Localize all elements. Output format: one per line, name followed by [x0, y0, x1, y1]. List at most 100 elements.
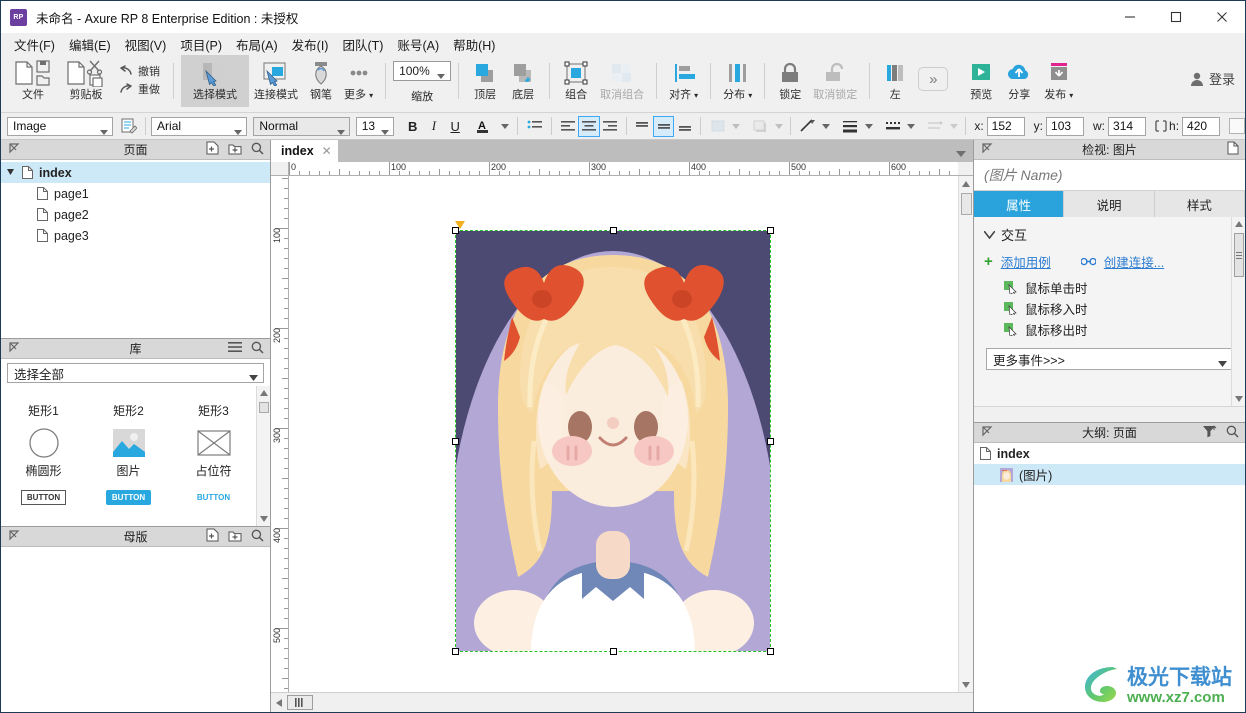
collapse-icon[interactable]: [9, 529, 20, 544]
edit-style-icon[interactable]: [117, 116, 140, 137]
font-color-dropdown[interactable]: [499, 116, 513, 137]
underline-button[interactable]: U: [445, 116, 466, 137]
add-page-icon[interactable]: [206, 141, 219, 158]
library-grid-container[interactable]: 矩形1 矩形2 矩形3 椭圆形 图片 占位符 BUTTON BUTTON BUT…: [1, 386, 270, 526]
add-folder-icon[interactable]: [228, 142, 242, 158]
scroll-left-icon[interactable]: [271, 698, 287, 707]
arrow-style-button[interactable]: [924, 116, 947, 137]
font-color-button[interactable]: A: [473, 116, 498, 137]
zoom-select[interactable]: 100%: [393, 61, 452, 81]
widget-name-field[interactable]: (图片 Name): [974, 160, 1245, 191]
library-scrollbar[interactable]: [256, 386, 270, 526]
resize-handle-s[interactable]: [610, 648, 617, 655]
library-item[interactable]: 占位符: [171, 424, 256, 484]
resize-handle-n[interactable]: [610, 227, 617, 234]
fill-color-button[interactable]: [706, 116, 729, 137]
tab-notes[interactable]: 说明: [1064, 191, 1155, 217]
page-icon[interactable]: [1227, 141, 1239, 158]
menu-account[interactable]: 账号(A): [390, 33, 446, 56]
tab-properties[interactable]: 属性: [974, 191, 1065, 217]
share-button[interactable]: 分享: [999, 55, 1039, 107]
menu-view[interactable]: 视图(V): [118, 33, 174, 56]
library-item[interactable]: 椭圆形: [1, 424, 86, 484]
event-row[interactable]: 鼠标移出时: [974, 319, 1245, 340]
h-input[interactable]: [1182, 116, 1221, 136]
scrollbar-thumb[interactable]: [1234, 233, 1244, 277]
expand-arrow-icon[interactable]: [7, 168, 16, 177]
bold-button[interactable]: B: [402, 116, 423, 137]
page-row-page2[interactable]: page2: [1, 204, 270, 225]
align-button[interactable]: 对齐 ▾: [664, 55, 703, 107]
event-row[interactable]: 鼠标移入时: [974, 298, 1245, 319]
font-family-select[interactable]: Arial: [151, 116, 248, 136]
line-width-dropdown[interactable]: [862, 116, 876, 137]
library-item[interactable]: BUTTON: [86, 484, 171, 514]
library-item[interactable]: BUTTON: [171, 484, 256, 514]
resize-handle-se[interactable]: [767, 648, 774, 655]
menu-team[interactable]: 团队(T): [335, 33, 390, 56]
outline-row-index[interactable]: index: [974, 443, 1245, 464]
send-to-back-button[interactable]: 底层: [504, 55, 542, 107]
distribute-button[interactable]: 分布 ▾: [718, 55, 757, 107]
shadow-dropdown[interactable]: [772, 116, 786, 137]
canvas-horizontal-scrollbar[interactable]: [271, 692, 973, 712]
scroll-down-icon[interactable]: [959, 677, 973, 692]
italic-button[interactable]: I: [423, 116, 444, 137]
collapse-icon[interactable]: [982, 142, 993, 157]
font-style-select[interactable]: Normal: [253, 116, 350, 136]
menu-edit[interactable]: 编辑(E): [62, 33, 118, 56]
align-center-button[interactable]: [578, 115, 600, 137]
line-color-dropdown[interactable]: [820, 116, 834, 137]
lock-ratio-icon[interactable]: [1155, 120, 1167, 132]
preview-button[interactable]: 预览: [963, 55, 999, 107]
page-row-index[interactable]: index: [1, 162, 270, 183]
valign-bottom-button[interactable]: [674, 116, 695, 137]
pen-tool-button[interactable]: 钢笔: [303, 55, 339, 107]
resize-handle-nw[interactable]: [452, 227, 459, 234]
fill-color-dropdown[interactable]: [729, 116, 743, 137]
login-button[interactable]: 登录: [1190, 69, 1235, 88]
menu-layout[interactable]: 布局(A): [229, 33, 285, 56]
line-style-dropdown[interactable]: [904, 116, 918, 137]
scroll-up-icon[interactable]: [1232, 217, 1245, 231]
add-master-icon[interactable]: [206, 528, 219, 545]
search-icon[interactable]: [251, 142, 264, 158]
library-item[interactable]: BUTTON: [1, 484, 86, 514]
library-item[interactable]: 图片: [86, 424, 171, 484]
close-icon[interactable]: [1199, 1, 1245, 33]
select-mode-button[interactable]: 选择模式: [181, 55, 249, 107]
library-item[interactable]: 矩形3: [171, 386, 256, 424]
collapse-icon[interactable]: [9, 142, 20, 157]
lock-button[interactable]: 锁定: [772, 55, 808, 107]
line-width-button[interactable]: [839, 116, 862, 137]
library-item[interactable]: 矩形2: [86, 386, 171, 424]
clipboard-button[interactable]: 剪贴板: [59, 55, 113, 107]
scroll-down-icon[interactable]: [257, 512, 270, 526]
library-select[interactable]: 选择全部: [7, 363, 264, 383]
vertical-ruler[interactable]: 100 200 300 400 500: [271, 176, 289, 692]
scrollbar-thumb[interactable]: [287, 695, 313, 710]
menu-help[interactable]: 帮助(H): [446, 33, 502, 56]
add-master-folder-icon[interactable]: [228, 529, 242, 545]
connect-mode-button[interactable]: 连接模式: [249, 55, 303, 107]
scroll-up-icon[interactable]: [257, 386, 270, 400]
close-icon[interactable]: ✕: [322, 144, 332, 158]
search-icon[interactable]: [1226, 425, 1239, 441]
library-item[interactable]: 矩形1: [1, 386, 86, 424]
library-menu-icon[interactable]: [228, 341, 242, 356]
w-input[interactable]: [1108, 116, 1147, 136]
y-input[interactable]: [1046, 116, 1085, 136]
chevron-down-icon[interactable]: [956, 146, 966, 160]
publish-button[interactable]: 发布 ▾: [1039, 55, 1078, 107]
unlock-button[interactable]: 取消锁定: [808, 55, 862, 107]
create-link-link[interactable]: 创建连接...: [1104, 252, 1164, 271]
collapse-icon[interactable]: [9, 341, 20, 356]
menu-project[interactable]: 项目(P): [173, 33, 229, 56]
ungroup-button[interactable]: 取消组合: [595, 55, 649, 107]
minimize-icon[interactable]: [1107, 1, 1153, 33]
horizontal-ruler[interactable]: 0 100 200 300 400 500 600: [289, 162, 958, 176]
bring-to-front-button[interactable]: 顶层: [466, 55, 504, 107]
valign-middle-button[interactable]: [652, 115, 675, 137]
interactions-section-header[interactable]: 交互: [974, 217, 1245, 248]
add-case-link[interactable]: 添加用例: [1001, 252, 1051, 271]
